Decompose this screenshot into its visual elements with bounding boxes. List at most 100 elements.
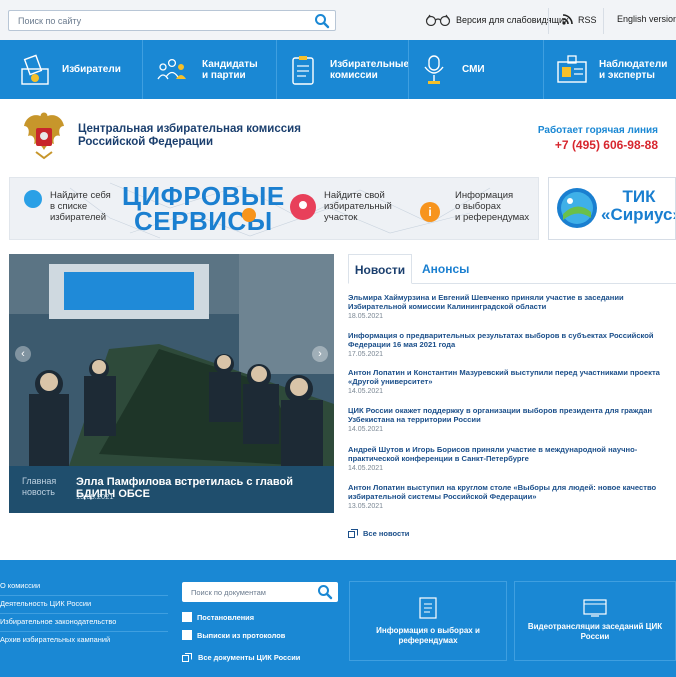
main-nav: Избиратели Кандидаты и партии Избиратель…	[0, 40, 676, 99]
divider	[548, 8, 549, 34]
english-version-link[interactable]: English version	[617, 14, 676, 24]
find-self-text: Найдите себя в списке избирателей	[50, 190, 111, 223]
news-item[interactable]: ЦИК России окажет поддержку в организаци…	[348, 406, 674, 433]
news-item[interactable]: Антон Лопатин выступил на круглом столе …	[348, 483, 674, 510]
nav-item-candidates[interactable]: Кандидаты и партии	[152, 40, 270, 99]
rss-link[interactable]: RSS	[562, 14, 597, 25]
document-list-icon	[419, 597, 437, 619]
tab-news[interactable]: Новости	[348, 254, 412, 284]
main-news-caption: Главная новость Элла Памфилова встретила…	[9, 466, 334, 513]
meeting-photo	[9, 254, 334, 466]
document-search-input[interactable]	[182, 582, 312, 602]
news-tabs: Новости Анонсы	[348, 254, 676, 284]
location-pin-icon	[290, 194, 316, 220]
nav-item-label: СМИ	[462, 64, 485, 75]
tab-announcements[interactable]: Анонсы	[422, 254, 469, 284]
english-version-label: English version	[617, 14, 676, 24]
all-news-link[interactable]: Все новости	[348, 529, 409, 538]
nav-item-voters[interactable]: Избиратели	[18, 40, 136, 99]
search-icon[interactable]	[314, 13, 330, 29]
main-news-date: 13.05.2021	[76, 492, 114, 501]
digital-services-banner[interactable]: Найдите себя в списке избирателей ЦИФРОВ…	[9, 177, 539, 240]
news-item[interactable]: Эльмира Хаймурзина и Евгений Шевченко пр…	[348, 293, 674, 320]
news-item-date: 14.05.2021	[348, 464, 384, 472]
footer-link-archive[interactable]: Архив избирательных кампаний	[0, 635, 168, 644]
decrees-checkbox[interactable]	[182, 612, 192, 622]
organization-name-line2: Российской Федерации	[78, 136, 214, 148]
top-bar: Версия для слабовидящих RSS English vers…	[0, 0, 676, 40]
digital-services-title: ЦИФРОВЫЕ СЕРВИСЫ	[122, 181, 285, 236]
news-item[interactable]: Антон Лопатин и Константин Мазуревский в…	[348, 368, 674, 395]
site-search[interactable]	[8, 10, 336, 31]
news-item[interactable]: Андрей Шутов и Игорь Борисов приняли уча…	[348, 445, 674, 472]
tik-sirius-banner[interactable]: ТИК «Сириус»	[548, 177, 676, 240]
footer-link-legislation[interactable]: Избирательное законодательство	[0, 617, 168, 626]
news-item-title[interactable]: Антон Лопатин выступил на круглом столе …	[348, 483, 674, 502]
organization-name[interactable]: Центральная избирательная комиссия Росси…	[78, 123, 328, 149]
footer-link-about[interactable]: О комиссии	[0, 581, 168, 590]
minutes-checkbox[interactable]	[182, 630, 192, 640]
news-item-title[interactable]: ЦИК России окажет поддержку в организаци…	[348, 406, 674, 425]
video-screen-icon	[583, 599, 607, 617]
news-item-title[interactable]: Эльмира Хаймурзина и Евгений Шевченко пр…	[348, 293, 674, 312]
divider	[276, 40, 277, 99]
search-icon[interactable]	[317, 584, 333, 600]
news-item-date: 14.05.2021	[348, 425, 384, 433]
news-item-date: 17.05.2021	[348, 350, 384, 358]
nav-item-label: Наблюдатели и эксперты	[599, 58, 668, 81]
rss-icon	[562, 14, 573, 25]
copy-icon	[182, 653, 192, 662]
document-search[interactable]	[182, 582, 338, 602]
all-documents-link[interactable]: Все документы ЦИК России	[182, 653, 300, 662]
footer: О комиссии Деятельность ЦИК России Избир…	[0, 560, 676, 677]
rss-label: RSS	[578, 14, 597, 25]
news-item-date: 18.05.2021	[348, 312, 384, 320]
all-news-label: Все новости	[363, 529, 410, 538]
nav-item-commissions[interactable]: Избирательные комиссии	[286, 40, 410, 99]
microphone-icon	[424, 54, 444, 84]
elections-info-label: Информация о выборах и референдумах	[376, 626, 480, 645]
nav-item-label: Избирательные комиссии	[330, 58, 410, 81]
news-item-date: 14.05.2021	[348, 387, 384, 395]
nav-item-observers[interactable]: Наблюдатели и эксперты	[555, 40, 676, 99]
tik-sirius-title: ТИК «Сириус»	[601, 187, 676, 224]
news-item-title[interactable]: Андрей Шутов и Игорь Борисов приняли уча…	[348, 445, 674, 464]
coat-of-arms-icon[interactable]	[22, 110, 66, 160]
main-news-card[interactable]: ‹ › Главная новость Элла Памфилова встре…	[9, 254, 334, 513]
organization-name-line1: Центральная избирательная комиссия	[78, 123, 301, 135]
tik-sirius-logo-icon	[557, 188, 597, 228]
news-item[interactable]: Информация о предварительных результатах…	[348, 331, 674, 358]
site-search-input[interactable]	[9, 11, 309, 30]
news-item-date: 13.05.2021	[348, 502, 384, 510]
divider	[0, 631, 168, 632]
news-item-title[interactable]: Антон Лопатин и Константин Мазуревский в…	[348, 368, 674, 387]
divider	[603, 8, 604, 34]
previous-slide-button[interactable]: ‹	[15, 346, 31, 362]
id-badge-icon	[557, 54, 587, 83]
next-slide-button[interactable]: ›	[312, 346, 328, 362]
copy-icon	[348, 529, 358, 538]
elections-info-card[interactable]: Информация о выборах и референдумах	[349, 581, 507, 661]
all-documents-label: Все документы ЦИК России	[198, 653, 301, 662]
video-broadcasts-label: Видеотрансляции заседаний ЦИК России	[527, 622, 663, 641]
nav-item-label: Кандидаты и партии	[202, 58, 258, 81]
glasses-icon	[425, 14, 451, 26]
footer-link-activity[interactable]: Деятельность ЦИК России	[0, 599, 168, 608]
minutes-checkbox-label: Выписки из протоколов	[197, 631, 286, 640]
divider	[543, 40, 544, 99]
hotline-phone[interactable]: +7 (495) 606-98-88	[500, 138, 658, 152]
decrees-checkbox-label: Постановления	[197, 613, 255, 622]
divider	[0, 595, 168, 596]
divider	[0, 613, 168, 614]
info-icon: i	[420, 202, 440, 222]
find-station-text: Найдите свой избирательный участок	[324, 190, 392, 223]
main-news-label: Главная новость	[22, 476, 57, 497]
ballot-box-icon	[21, 54, 49, 85]
news-item-title[interactable]: Информация о предварительных результатах…	[348, 331, 674, 350]
nav-item-label: Избиратели	[62, 64, 121, 75]
clipboard-list-icon	[292, 55, 314, 85]
accessibility-label: Версия для слабовидящих	[456, 15, 569, 25]
video-broadcasts-card[interactable]: Видеотрансляции заседаний ЦИК России	[514, 581, 676, 661]
divider	[142, 40, 143, 99]
nav-item-media[interactable]: СМИ	[418, 40, 536, 99]
